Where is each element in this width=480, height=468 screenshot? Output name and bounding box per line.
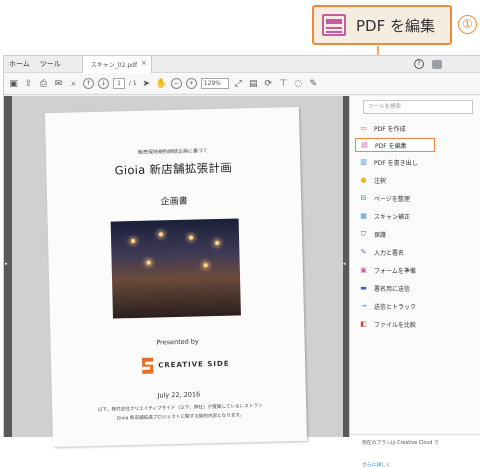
print-icon[interactable]: ⎙ xyxy=(38,78,49,89)
pdf-page: 販売保持規約締結企画に基づく Gioia 新店舗拡張計画 企画書 Present… xyxy=(44,106,308,448)
toolbar: ▣ ⇪ ⎙ ✉ ⌕ ↑ ↓ 1 / 1 ➤ ✋ − + 129% ⤢ ▤ ⟳ ⊤… xyxy=(4,73,480,95)
draw-icon[interactable]: ✎ xyxy=(308,78,319,89)
comment-tool-icon[interactable]: ◌ xyxy=(293,78,304,89)
edit-pdf-icon xyxy=(322,14,346,36)
zoom-select[interactable]: 129% xyxy=(200,78,229,89)
tool-label: フォームを準備 xyxy=(374,267,416,275)
presented-by: Presented by xyxy=(156,337,199,347)
highlight-icon[interactable]: ⊤ xyxy=(278,78,289,89)
menu-tools[interactable]: ツール xyxy=(35,59,66,69)
enhance-scans-icon: ▦ xyxy=(360,212,367,220)
tool-search-input[interactable]: ツールを検索 xyxy=(363,100,473,114)
acrobat-window: ホーム ツール スキャン_02.pdf × ? ▣ ⇪ ⎙ ✉ ⌕ ↑ ↓ 1 … xyxy=(3,55,480,468)
tool-enhance-scans[interactable]: ▦ スキャン補正 xyxy=(355,209,435,223)
prev-page-icon[interactable]: ↑ xyxy=(83,78,94,89)
save-icon[interactable]: ▣ xyxy=(8,78,19,89)
tool-fill-sign[interactable]: ✎ 入力と署名 xyxy=(355,245,435,259)
hand-tool-icon[interactable]: ✋ xyxy=(156,78,167,89)
next-page-icon[interactable]: ↓ xyxy=(98,78,109,89)
menubar: ホーム ツール スキャン_02.pdf × ? xyxy=(4,55,480,73)
tools-panel: ツールを検索 ▭ PDF を作成 ▤ PDF を編集 ▥ PDF を書き出し ●… xyxy=(349,96,480,468)
right-collapse-icon[interactable]: ◂ xyxy=(343,261,346,267)
document-tab-title: スキャン_02.pdf xyxy=(90,61,138,69)
panel-divider xyxy=(350,434,480,435)
export-pdf-icon: ▥ xyxy=(360,158,367,166)
menu-home[interactable]: ホーム xyxy=(4,59,35,69)
tool-label: 送信とトラック xyxy=(374,303,417,311)
tool-label: PDF を編集 xyxy=(375,142,407,150)
scroll-mode-icon[interactable]: ▤ xyxy=(248,78,259,89)
send-for-signature-icon: ▬ xyxy=(360,284,367,292)
document-viewer[interactable]: ▸ ◂ 販売保持規約締結企画に基づく Gioia 新店舗拡張計画 企画書 Pre… xyxy=(4,96,349,448)
plan-note: 現在のプランは Creative Cloud で xyxy=(362,441,439,446)
step-number: ① xyxy=(458,15,477,34)
page-number-input[interactable]: 1 xyxy=(113,78,125,89)
edit-pdf-icon: ▤ xyxy=(361,141,368,149)
tool-export-pdf[interactable]: ▥ PDF を書き出し xyxy=(355,155,435,169)
tool-compare-files[interactable]: ◧ ファイルを比較 xyxy=(355,317,435,331)
edit-pdf-callout: PDF を編集 xyxy=(312,5,452,45)
left-collapse-icon[interactable]: ▸ xyxy=(5,261,8,267)
tool-send-for-signature[interactable]: ▬ 署名用に送信 xyxy=(355,281,435,295)
comment-icon: ● xyxy=(360,176,367,184)
doc-title: Gioia 新店舗拡張計画 xyxy=(114,160,233,178)
doc-subtitle: 販売保持規約締結企画に基づく xyxy=(137,148,209,156)
tool-label: 保護 xyxy=(374,231,387,239)
tool-comment[interactable]: ● 注釈 xyxy=(355,173,435,187)
organize-pages-icon: ⊟ xyxy=(360,194,367,202)
rotate-icon[interactable]: ⟳ xyxy=(263,78,274,89)
compare-files-icon: ◧ xyxy=(360,320,367,328)
page-total: / 1 xyxy=(129,80,137,87)
tool-organize-pages[interactable]: ⊟ ページを整理 xyxy=(355,191,435,205)
company-logo: CREATIVE SIDE xyxy=(141,353,242,375)
create-pdf-icon: ▭ xyxy=(360,124,367,132)
zoom-in-icon[interactable]: + xyxy=(185,78,197,89)
account-icon[interactable] xyxy=(432,60,442,69)
doc-body: 以下、株式会社クリエイティブサイド（以下、弊社）が提案しているレストラン Gio… xyxy=(80,401,280,424)
fit-page-icon[interactable]: ⤢ xyxy=(233,78,244,89)
content-area: ▸ ◂ 販売保持規約締結企画に基づく Gioia 新店舗拡張計画 企画書 Pre… xyxy=(4,96,480,468)
search-icon[interactable]: ⌕ xyxy=(68,78,79,89)
help-icon[interactable]: ? xyxy=(414,59,424,69)
select-cursor-icon[interactable]: ➤ xyxy=(141,78,152,89)
tool-send-track[interactable]: → 送信とトラック xyxy=(355,299,435,313)
callout-label: PDF を編集 xyxy=(356,16,435,35)
document-tab[interactable]: スキャン_02.pdf × xyxy=(81,55,152,73)
learn-more-link[interactable]: さらに詳しく xyxy=(362,461,391,468)
doc-date: July 22, 2016 xyxy=(157,390,201,400)
tool-label: スキャン補正 xyxy=(374,213,411,221)
send-track-icon: → xyxy=(360,302,367,310)
email-icon[interactable]: ✉ xyxy=(53,78,64,89)
logo-mark-icon xyxy=(141,357,154,374)
tool-label: ファイルを比較 xyxy=(374,321,417,329)
doc-heading: 企画書 xyxy=(160,196,188,208)
tool-label: 署名用に送信 xyxy=(374,285,411,293)
tool-label: 注釈 xyxy=(374,177,387,185)
close-tab-icon[interactable]: × xyxy=(141,59,147,67)
upload-icon[interactable]: ⇪ xyxy=(23,78,34,89)
zoom-out-icon[interactable]: − xyxy=(170,78,182,89)
tool-label: PDF を書き出し xyxy=(374,159,418,167)
tool-label: 入力と署名 xyxy=(374,249,405,257)
tool-label: PDF を作成 xyxy=(374,125,406,133)
tool-label: ページを整理 xyxy=(374,195,410,203)
restaurant-photo xyxy=(110,218,241,319)
logo-text: CREATIVE SIDE xyxy=(158,359,230,370)
tool-create-pdf[interactable]: ▭ PDF を作成 xyxy=(355,121,435,135)
fill-sign-icon: ✎ xyxy=(360,248,367,256)
protect-icon: ⛉ xyxy=(360,229,367,238)
tool-prepare-form[interactable]: ▣ フォームを準備 xyxy=(355,263,435,277)
tool-edit-pdf[interactable]: ▤ PDF を編集 xyxy=(355,138,435,152)
tool-protect[interactable]: ⛉ 保護 xyxy=(355,227,435,241)
prepare-form-icon: ▣ xyxy=(360,266,367,274)
